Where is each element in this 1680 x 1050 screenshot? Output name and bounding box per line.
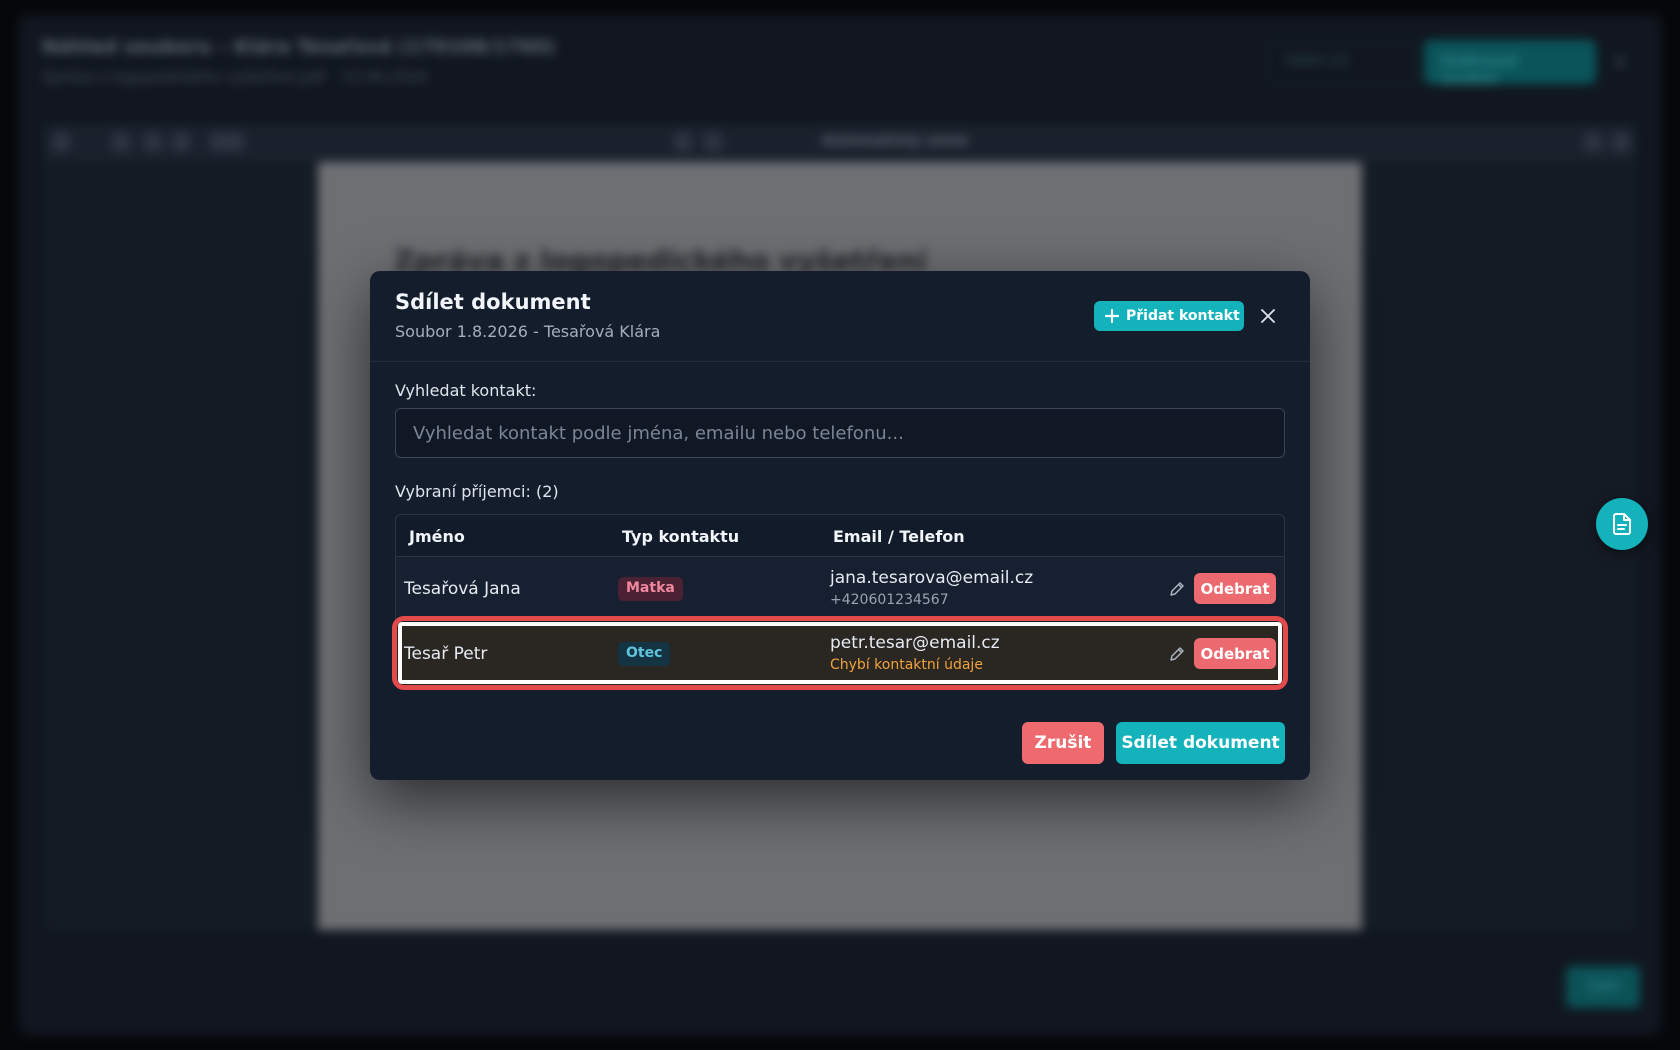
recipient-name: Tesař Petr: [404, 644, 488, 664]
table-header: Jméno Typ kontaktu Email / Telefon: [396, 515, 1284, 557]
table-row: Tesařová Jana Matka jana.tesarova@email.…: [396, 557, 1284, 621]
contact-type-badge: Otec: [618, 642, 671, 666]
remove-recipient-button[interactable]: Odebrat: [1194, 638, 1276, 669]
document-icon: [1613, 513, 1631, 535]
dialog-close-button[interactable]: [1256, 304, 1280, 328]
column-header-type: Typ kontaktu: [622, 527, 740, 546]
recipient-name: Tesařová Jana: [404, 579, 521, 599]
recipient-phone: +420601234567: [830, 592, 949, 608]
search-contact-input[interactable]: [395, 408, 1285, 458]
dialog-title: Sdílet dokument: [395, 290, 591, 314]
contact-type-badge: Matka: [618, 577, 683, 601]
recipient-email: petr.tesar@email.cz: [830, 633, 1000, 653]
dialog-subtitle: Soubor 1.8.2026 - Tesařová Klára: [395, 322, 661, 341]
add-contact-button[interactable]: Přidat kontakt: [1094, 301, 1244, 331]
search-contact-label: Vyhledat kontakt:: [395, 381, 537, 400]
recipients-table: Jméno Typ kontaktu Email / Telefon Tesař…: [395, 514, 1285, 689]
cancel-button[interactable]: Zrušit: [1022, 722, 1104, 764]
remove-recipient-button[interactable]: Odebrat: [1194, 573, 1276, 604]
pencil-icon[interactable]: [1168, 645, 1186, 663]
selected-recipients-label: Vybraní příjemci: (2): [395, 482, 559, 501]
add-contact-label: Přidat kontakt: [1126, 308, 1240, 324]
floating-document-button[interactable]: [1596, 498, 1648, 550]
dialog-header: Sdílet dokument Soubor 1.8.2026 - Tesařo…: [370, 271, 1310, 362]
column-header-contact: Email / Telefon: [833, 527, 965, 546]
missing-contact-warning: Chybí kontaktní údaje: [830, 657, 983, 673]
column-header-name: Jméno: [409, 527, 465, 546]
pencil-icon[interactable]: [1168, 580, 1186, 598]
share-document-button[interactable]: Sdílet dokument: [1116, 722, 1285, 764]
close-icon: [1261, 309, 1275, 323]
table-row: Tesař Petr Otec petr.tesar@email.cz Chyb…: [396, 622, 1284, 686]
plus-icon: [1104, 308, 1120, 324]
recipient-email: jana.tesarova@email.cz: [830, 568, 1034, 588]
share-document-dialog: Sdílet dokument Soubor 1.8.2026 - Tesařo…: [370, 271, 1310, 780]
